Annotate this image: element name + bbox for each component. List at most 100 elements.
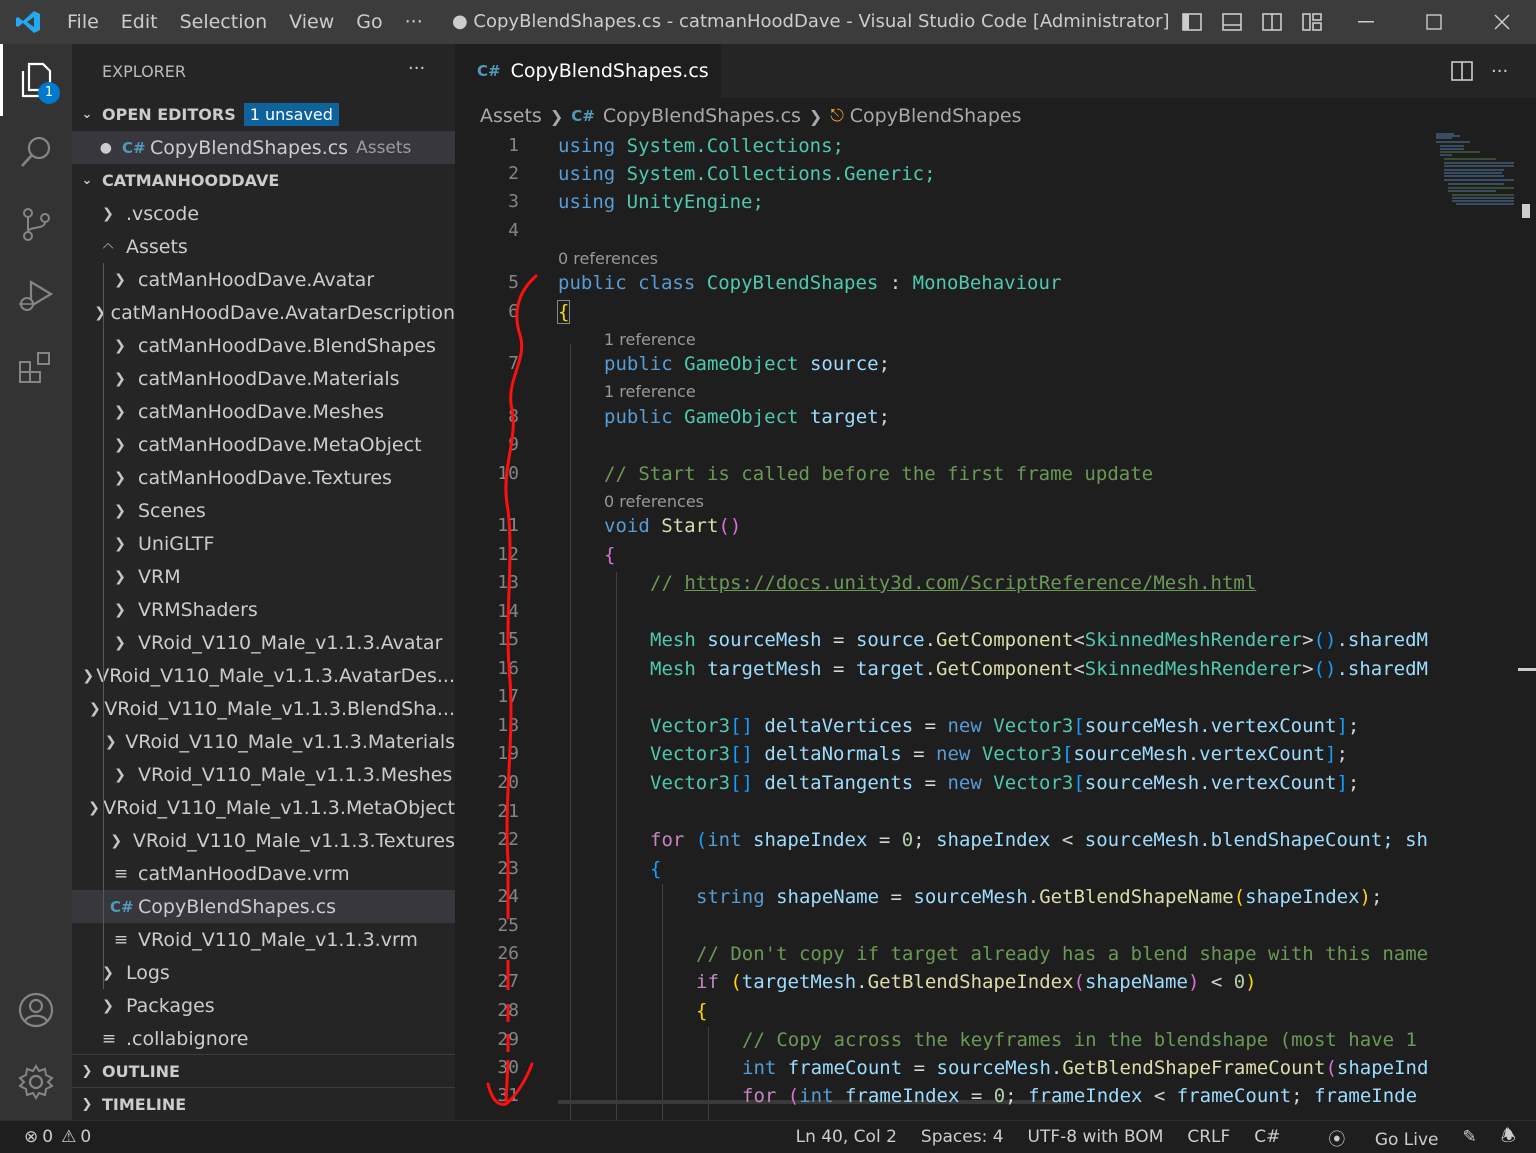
tree-item[interactable]: ≡ catManHoodDave.vrm bbox=[72, 857, 455, 890]
run-debug-activity[interactable] bbox=[0, 260, 72, 332]
customize-layout-icon[interactable] bbox=[1292, 0, 1332, 44]
codelens-target-refs[interactable]: 1 reference bbox=[604, 382, 696, 401]
explorer-activity[interactable]: 1 bbox=[0, 44, 72, 116]
tree-item[interactable]: ❯ catManHoodDave.AvatarDescription bbox=[72, 296, 455, 329]
unsaved-badge: 1 unsaved bbox=[243, 103, 339, 126]
tree-item[interactable]: ❯ VRoid_V110_Male_v1.1.3.MetaObject bbox=[72, 791, 455, 824]
chevron-right-icon: ❯ bbox=[114, 436, 126, 453]
close-icon[interactable] bbox=[1468, 0, 1536, 44]
chevron-right-icon: ❯ bbox=[114, 337, 126, 354]
codelens-source-refs[interactable]: 1 reference bbox=[604, 330, 696, 349]
chevron-right-icon: ❯ bbox=[94, 304, 106, 321]
line-number: 3 bbox=[508, 191, 519, 212]
open-editor-item[interactable]: ● C# CopyBlendShapes.cs Assets bbox=[72, 131, 455, 164]
menu-more[interactable]: ··· bbox=[394, 0, 434, 44]
tree-item[interactable]: ❯ VRoid_V110_Male_v1.1.3.Meshes bbox=[72, 758, 455, 791]
code-line-20: Vector3[] deltaTangents = new Vector3[so… bbox=[650, 772, 1360, 794]
tree-item[interactable]: ❯ Logs bbox=[72, 956, 455, 989]
menu-edit[interactable]: Edit bbox=[110, 0, 169, 44]
tree-item[interactable]: ❯ catManHoodDave.Materials bbox=[72, 362, 455, 395]
split-editor-icon[interactable] bbox=[1451, 44, 1473, 98]
open-editors-header[interactable]: ⌄ OPEN EDITORS 1 unsaved bbox=[72, 98, 455, 131]
tree-item[interactable]: ❯ VRM bbox=[72, 560, 455, 593]
chevron-right-icon: ❯ bbox=[114, 535, 126, 552]
code-line-18: Vector3[] deltaVertices = new Vector3[so… bbox=[650, 715, 1360, 737]
scrollbar-position-marker bbox=[1518, 668, 1536, 671]
notifications-bell-icon[interactable]: 🕭 bbox=[1501, 1123, 1516, 1152]
tree-item[interactable]: ❯ catManHoodDave.Meshes bbox=[72, 395, 455, 428]
minimap[interactable] bbox=[1430, 132, 1522, 1120]
tree-item[interactable]: ❯ VRoid_V110_Male_v1.1.3.Textures bbox=[72, 824, 455, 857]
tree-item[interactable]: ❯ VRMShaders bbox=[72, 593, 455, 626]
tree-item[interactable]: C# CopyBlendShapes.cs bbox=[72, 890, 455, 923]
account-icon bbox=[18, 992, 54, 1028]
tree-item[interactable]: ❯ UniGLTF bbox=[72, 527, 455, 560]
codelens-start-refs[interactable]: 0 references bbox=[604, 492, 704, 511]
menu-view[interactable]: View bbox=[278, 0, 345, 44]
go-live-button[interactable]: ⦿ Go Live bbox=[1304, 1125, 1438, 1150]
tree-item[interactable]: ⌵ Assets bbox=[72, 230, 455, 263]
unsaved-dot-icon[interactable]: ● bbox=[72, 140, 112, 156]
problems-indicator[interactable]: ⊗ 0 ⚠ 0 bbox=[24, 1121, 91, 1153]
toggle-primary-sidebar-icon[interactable] bbox=[1172, 0, 1212, 44]
extensions-icon bbox=[19, 352, 50, 383]
tree-item[interactable]: ❯ VRoid_V110_Male_v1.1.3.AvatarDes... bbox=[72, 659, 455, 692]
tree-item-label: VRMShaders bbox=[138, 598, 258, 621]
extensions-activity[interactable] bbox=[0, 332, 72, 404]
chevron-right-icon: ❯ bbox=[114, 568, 126, 585]
menu-file[interactable]: File bbox=[56, 0, 110, 44]
line-number: 28 bbox=[497, 1000, 519, 1021]
chevron-right-icon: ❯ bbox=[82, 667, 95, 684]
encoding-setting[interactable]: UTF-8 with BOM bbox=[1028, 1127, 1164, 1147]
chevron-right-icon: ❯ bbox=[89, 700, 101, 717]
text-file-icon: ≡ bbox=[113, 929, 129, 950]
language-mode[interactable]: C# bbox=[1254, 1127, 1280, 1147]
tree-item[interactable]: ❯ catManHoodDave.Avatar bbox=[72, 263, 455, 296]
tree-item[interactable]: ❯ VRoid_V110_Male_v1.1.3.BlendSha... bbox=[72, 692, 455, 725]
maximize-icon[interactable] bbox=[1400, 0, 1468, 44]
code-editor[interactable]: 1 2 3 4 5 6 7 8 9 10 11 12 13 14 15 16 17 18 19 20 21 22 23 24 2… bbox=[455, 132, 1430, 1120]
tree-item[interactable]: ❯ VRoid_V110_Male_v1.1.3.Materials bbox=[72, 725, 455, 758]
breadcrumb-assets[interactable]: Assets bbox=[480, 105, 542, 127]
tree-item[interactable]: ❯ VRoid_V110_Male_v1.1.3.Avatar bbox=[72, 626, 455, 659]
code-line-24: string shapeName = sourceMesh.GetBlendSh… bbox=[696, 886, 1383, 908]
tree-item[interactable]: ❯ catManHoodDave.BlendShapes bbox=[72, 329, 455, 362]
search-icon bbox=[21, 136, 51, 167]
breadcrumb-class[interactable]: CopyBlendShapes bbox=[850, 105, 1022, 127]
tree-item[interactable]: ❯ .vscode bbox=[72, 197, 455, 230]
vertical-scrollbar[interactable] bbox=[1518, 132, 1536, 1120]
eol-setting[interactable]: CRLF bbox=[1187, 1127, 1230, 1147]
tree-item[interactable]: ≡ VRoid_V110_Male_v1.1.3.vrm bbox=[72, 923, 455, 956]
cursor-position[interactable]: Ln 40, Col 2 bbox=[796, 1127, 897, 1147]
tree-item[interactable]: ❯ catManHoodDave.Textures bbox=[72, 461, 455, 494]
explorer-more-button[interactable]: ··· bbox=[408, 58, 425, 79]
search-activity[interactable] bbox=[0, 116, 72, 188]
line-number: 22 bbox=[497, 829, 519, 850]
source-control-activity[interactable] bbox=[0, 188, 72, 260]
manage-activity[interactable] bbox=[0, 1046, 72, 1118]
indentation-setting[interactable]: Spaces: 4 bbox=[921, 1127, 1004, 1147]
minimize-icon[interactable] bbox=[1332, 0, 1400, 44]
accounts-activity[interactable] bbox=[0, 974, 72, 1046]
docs-link[interactable]: https://docs.unity3d.com/ScriptReference… bbox=[684, 572, 1256, 594]
toggle-secondary-sidebar-icon[interactable] bbox=[1252, 0, 1292, 44]
timeline-header[interactable]: ❯ TIMELINE bbox=[72, 1087, 455, 1121]
outline-header[interactable]: ❯ OUTLINE bbox=[72, 1054, 455, 1088]
line-number: 4 bbox=[508, 220, 519, 241]
tree-item[interactable]: ❯ Packages bbox=[72, 989, 455, 1022]
editor-more-icon[interactable]: ··· bbox=[1491, 44, 1508, 98]
menu-go[interactable]: Go bbox=[345, 0, 393, 44]
indent-guide bbox=[708, 1027, 709, 1120]
tree-item[interactable]: ≡ .collabignore bbox=[72, 1022, 455, 1055]
breadcrumb-file[interactable]: CopyBlendShapes.cs bbox=[603, 105, 801, 127]
codelens-class-refs[interactable]: 0 references bbox=[558, 249, 658, 268]
tree-item[interactable]: ❯ catManHoodDave.MetaObject bbox=[72, 428, 455, 461]
workspace-header[interactable]: ⌄ CATMANHOODDAVE bbox=[72, 164, 455, 197]
menu-selection[interactable]: Selection bbox=[169, 0, 279, 44]
tab-copyblendshapes[interactable]: C# CopyBlendShapes.cs bbox=[455, 44, 721, 98]
tree-item[interactable]: ❯ Scenes bbox=[72, 494, 455, 527]
go-live-label: Go Live bbox=[1374, 1129, 1439, 1150]
feedback-icon[interactable]: ✎ bbox=[1463, 1127, 1477, 1147]
chevron-right-icon: ❯ bbox=[114, 502, 126, 519]
toggle-panel-icon[interactable] bbox=[1212, 0, 1252, 44]
